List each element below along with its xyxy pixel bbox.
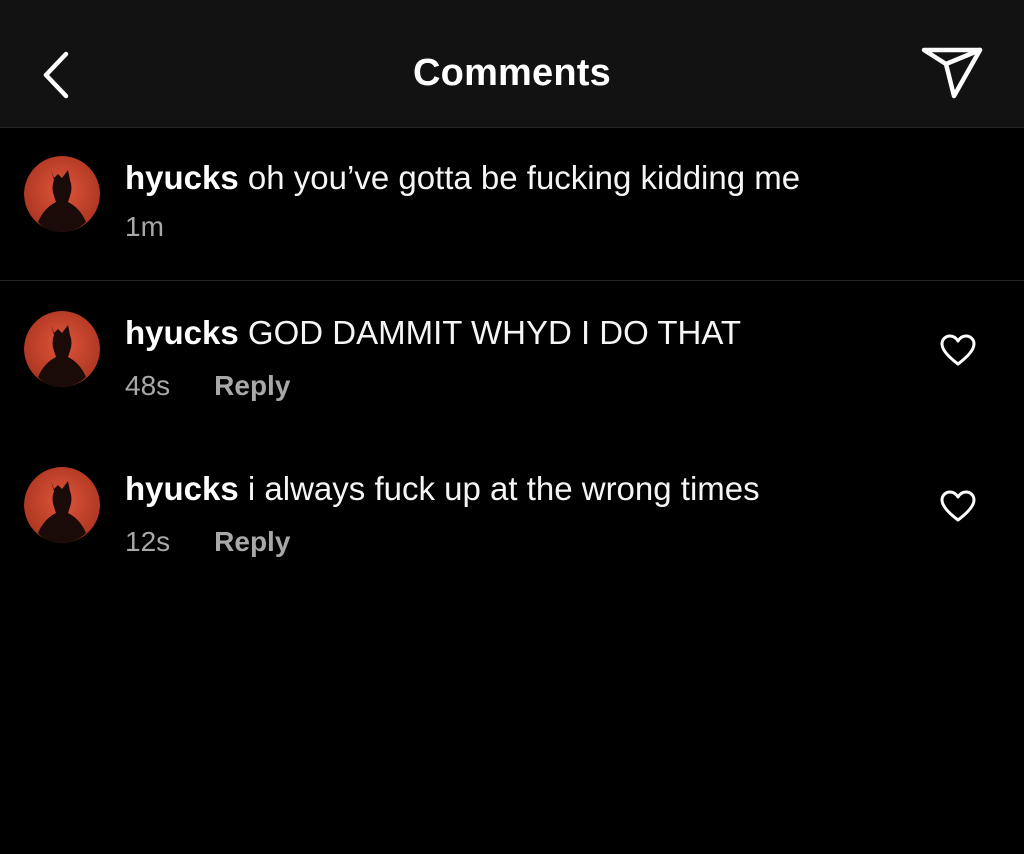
- paper-plane-icon: [921, 47, 983, 99]
- caption-body: oh you’ve gotta be fucking kidding me: [247, 159, 801, 196]
- like-button[interactable]: [938, 488, 978, 524]
- comment-meta: 48s Reply: [125, 370, 290, 402]
- avatar[interactable]: [24, 467, 100, 543]
- caption-text: hyucks oh you’ve gotta be fucking kiddin…: [125, 159, 800, 197]
- reply-button[interactable]: Reply: [214, 370, 290, 401]
- comment-text: hyucks i always fuck up at the wrong tim…: [125, 470, 760, 508]
- timestamp: 48s: [125, 370, 171, 401]
- heart-outline-icon: [940, 334, 976, 366]
- page-title: Comments: [413, 52, 611, 94]
- comment-item: hyucks GOD DAMMIT WHYD I DO THAT 48s Repl…: [0, 282, 1024, 422]
- reply-button[interactable]: Reply: [214, 526, 290, 557]
- header-bar: Comments: [0, 0, 1024, 128]
- comment-body: i always fuck up at the wrong times: [247, 470, 760, 507]
- username[interactable]: hyucks: [125, 314, 239, 351]
- comment-meta: 12s Reply: [125, 526, 290, 558]
- avatar[interactable]: [24, 311, 100, 387]
- timestamp: 12s: [125, 526, 171, 557]
- comment-text: hyucks GOD DAMMIT WHYD I DO THAT: [125, 314, 741, 352]
- timestamp: 1m: [125, 211, 164, 242]
- share-button[interactable]: [918, 42, 988, 104]
- comment-item: hyucks i always fuck up at the wrong tim…: [0, 438, 1024, 578]
- caption-meta: 1m: [125, 211, 208, 243]
- caption-row: hyucks oh you’ve gotta be fucking kiddin…: [0, 129, 1024, 281]
- avatar[interactable]: [24, 156, 100, 232]
- username[interactable]: hyucks: [125, 159, 239, 196]
- comment-body: GOD DAMMIT WHYD I DO THAT: [247, 314, 742, 351]
- username[interactable]: hyucks: [125, 470, 239, 507]
- like-button[interactable]: [938, 332, 978, 368]
- heart-outline-icon: [940, 490, 976, 522]
